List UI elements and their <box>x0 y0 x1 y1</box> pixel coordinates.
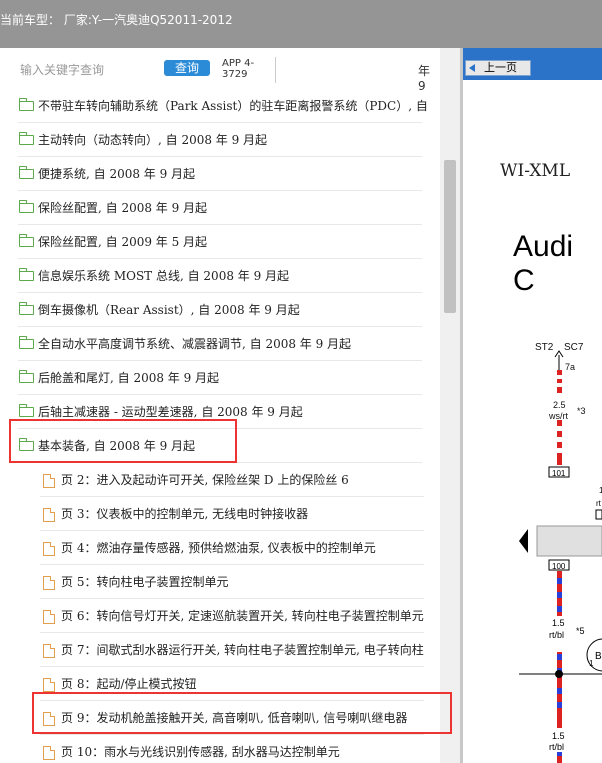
folder-icon <box>19 404 34 417</box>
folder-icon <box>19 234 34 247</box>
component-b-label: B <box>595 651 602 662</box>
tree-page-item[interactable]: 页 2：进入及起动许可开关, 保险丝架 D 上的保险丝 6 <box>40 464 424 497</box>
wire-color-label-2: rt/bl <box>549 630 564 640</box>
tree-folder-item[interactable]: 信息娱乐系统 MOST 总线, 自 2008 年 9 月起 <box>18 260 422 293</box>
note-5-label: *5 <box>576 626 585 636</box>
search-input[interactable]: 输入关键字查询 <box>20 61 104 78</box>
tree-item-label: 不带驻车转向辅助系统（Park Assist）的驻车距离报警系统（PDC）, 自 <box>38 99 428 113</box>
page-icon <box>43 746 55 760</box>
page-icon <box>43 576 55 590</box>
tree-item-label: 页 7：间歇式刮水器运行开关, 转向柱电子装置控制单元, 电子转向柱 <box>61 643 424 657</box>
page-icon <box>43 644 55 658</box>
navigation-panel: 输入关键字查询 查询 APP 4- 3729 年 9 不带驻车转向辅助系统（Pa… <box>0 48 460 763</box>
tree-item-label: 后舱盖和尾灯, 自 2008 年 9 月起 <box>38 371 220 385</box>
tree-item-label: 页 6：转向信号灯开关, 定速巡航装置开关, 转向柱电子装置控制单元 <box>61 609 424 623</box>
tree-item-label: 页 3：仪表板中的控制单元, 无线电时钟接收器 <box>61 507 309 521</box>
tree-folder-item[interactable]: 倒车摄像机（Rear Assist）, 自 2008 年 9 月起 <box>18 294 422 327</box>
app-version: APP 4- 3729 <box>222 58 254 80</box>
page-icon <box>43 508 55 522</box>
tree-page-item[interactable]: 页 7：间歇式刮水器运行开关, 转向柱电子装置控制单元, 电子转向柱 <box>40 634 424 667</box>
app-version-line2: 3729 <box>222 69 248 80</box>
tree-item-label: 保险丝配置, 自 2009 年 5 月起 <box>38 235 208 249</box>
document-tree: 不带驻车转向辅助系统（Park Assist）的驻车距离报警系统（PDC）, 自… <box>0 90 440 763</box>
component-block <box>536 525 602 557</box>
tree-folder-item[interactable]: 主动转向（动态转向）, 自 2008 年 9 月起 <box>18 124 422 157</box>
folder-icon <box>19 132 34 145</box>
tree-page-item[interactable]: 页 9：发动机舱盖接触开关, 高音喇叭, 低音喇叭, 信号喇叭继电器 <box>40 702 424 735</box>
top-title-bar: 当前车型： 厂家:Y-一汽奥迪Q52011-2012 <box>0 0 602 48</box>
edge-label-1b: 1 <box>589 659 594 668</box>
tree-page-item[interactable]: 页 5：转向柱电子装置控制单元 <box>40 566 424 599</box>
tree-item-label: 保险丝配置, 自 2008 年 9 月起 <box>38 201 208 215</box>
search-button[interactable]: 查询 <box>164 60 210 76</box>
box-101-label: 101 <box>552 469 566 478</box>
tree-item-label: 页 10：雨水与光线识别传感器, 刮水器马达控制单元 <box>61 745 340 759</box>
tree-page-item[interactable]: 页 10：雨水与光线识别传感器, 刮水器马达控制单元 <box>40 736 424 763</box>
tree-page-item[interactable]: 页 8：起动/停止模式按钮 <box>40 668 424 701</box>
folder-icon <box>19 336 34 349</box>
tree-page-item[interactable]: 页 4：燃油存量传感器, 预供给燃油泵, 仪表板中的控制单元 <box>40 532 424 565</box>
pin-7a-label: 7a <box>565 362 575 372</box>
tree-folder-item[interactable]: 不带驻车转向辅助系统（Park Assist）的驻车距离报警系统（PDC）, 自 <box>18 90 428 123</box>
wiring-diagram: ST2 SC7 7a 2.5 ws/rt *3 101 1 rt 100 1.5… <box>519 342 602 763</box>
tree-folder-item[interactable]: 全自动水平高度调节系统、减震器调节, 自 2008 年 9 月起 <box>18 328 422 361</box>
tree-item-label: 页 5：转向柱电子装置控制单元 <box>61 575 229 589</box>
sc7-label: SC7 <box>564 342 584 353</box>
tree-item-label: 倒车摄像机（Rear Assist）, 自 2008 年 9 月起 <box>38 303 300 317</box>
scrollbar-thumb[interactable] <box>444 160 456 313</box>
truncated-text: 年 9 <box>418 64 431 93</box>
wire-color-label-3: rt/bl <box>549 742 564 752</box>
tree-folder-item[interactable]: 基本装备, 自 2008 年 9 月起 <box>18 430 422 463</box>
wire-segment-red <box>557 370 562 393</box>
note-3-label: *3 <box>577 406 586 416</box>
app-version-line1: APP 4- <box>222 58 255 69</box>
tree-folder-item[interactable]: 后舱盖和尾灯, 自 2008 年 9 月起 <box>18 362 422 395</box>
tree-item-label: 页 2：进入及起动许可开关, 保险丝架 D 上的保险丝 6 <box>61 473 349 487</box>
folder-icon <box>19 98 34 111</box>
st2-label: ST2 <box>535 342 554 353</box>
tree-item-label: 全自动水平高度调节系统、减震器调节, 自 2008 年 9 月起 <box>38 337 352 351</box>
page-icon <box>43 542 55 556</box>
tree-item-label: 页 8：起动/停止模式按钮 <box>61 677 197 691</box>
triangle-left-icon <box>519 529 528 553</box>
tree-folder-item[interactable]: 保险丝配置, 自 2008 年 9 月起 <box>18 192 422 225</box>
tree-page-item[interactable]: 页 6：转向信号灯开关, 定速巡航装置开关, 转向柱电子装置控制单元 <box>40 600 424 633</box>
folder-icon <box>19 166 34 179</box>
junction-dot <box>555 670 563 678</box>
diagram-viewer: 上一页 WI-XML Audi C ST2 SC7 7a 2.5 ws/rt *… <box>463 48 602 763</box>
current-model-title: 当前车型： 厂家:Y-一汽奥迪Q52011-2012 <box>0 13 233 27</box>
wire-size-label-3: 1.5 <box>552 731 565 741</box>
folder-icon <box>19 268 34 281</box>
tree-page-item[interactable]: 页 3：仪表板中的控制单元, 无线电时钟接收器 <box>40 498 424 531</box>
folder-icon <box>19 200 34 213</box>
tree-item-label: 基本装备, 自 2008 年 9 月起 <box>38 439 196 453</box>
edge-label-rt: rt <box>596 499 602 508</box>
edge-connector <box>595 509 602 520</box>
page-icon <box>43 712 55 726</box>
tree-item-label: 页 9：发动机舱盖接触开关, 高音喇叭, 低音喇叭, 信号喇叭继电器 <box>61 711 408 725</box>
wire-color-label: ws/rt <box>548 411 568 421</box>
wire-size-label: 2.5 <box>553 400 566 410</box>
folder-icon <box>19 438 34 451</box>
tree-folder-item[interactable]: 保险丝配置, 自 2009 年 5 月起 <box>18 226 422 259</box>
page-icon <box>43 474 55 488</box>
page-icon <box>43 610 55 624</box>
tree-item-label: 后轴主减速器 - 运动型差速器, 自 2008 年 9 月起 <box>38 405 303 419</box>
tree-scrollbar[interactable] <box>440 48 460 763</box>
tree-item-label: 主动转向（动态转向）, 自 2008 年 9 月起 <box>38 133 268 147</box>
wire-size-label-2: 1.5 <box>552 618 565 628</box>
page-icon <box>43 678 55 692</box>
tree-item-label: 信息娱乐系统 MOST 总线, 自 2008 年 9 月起 <box>38 269 290 283</box>
tree-folder-item[interactable]: 后轴主减速器 - 运动型差速器, 自 2008 年 9 月起 <box>18 396 422 429</box>
tree-folder-item[interactable]: 便捷系统, 自 2008 年 9 月起 <box>18 158 422 191</box>
folder-icon <box>19 302 34 315</box>
toolbar-divider <box>275 57 276 83</box>
folder-icon <box>19 370 34 383</box>
search-bar: 输入关键字查询 查询 APP 4- 3729 年 9 <box>0 48 440 93</box>
tree-item-label: 便捷系统, 自 2008 年 9 月起 <box>38 167 196 181</box>
box-100-label: 100 <box>552 562 566 571</box>
tree-item-label: 页 4：燃油存量传感器, 预供给燃油泵, 仪表板中的控制单元 <box>61 541 376 555</box>
